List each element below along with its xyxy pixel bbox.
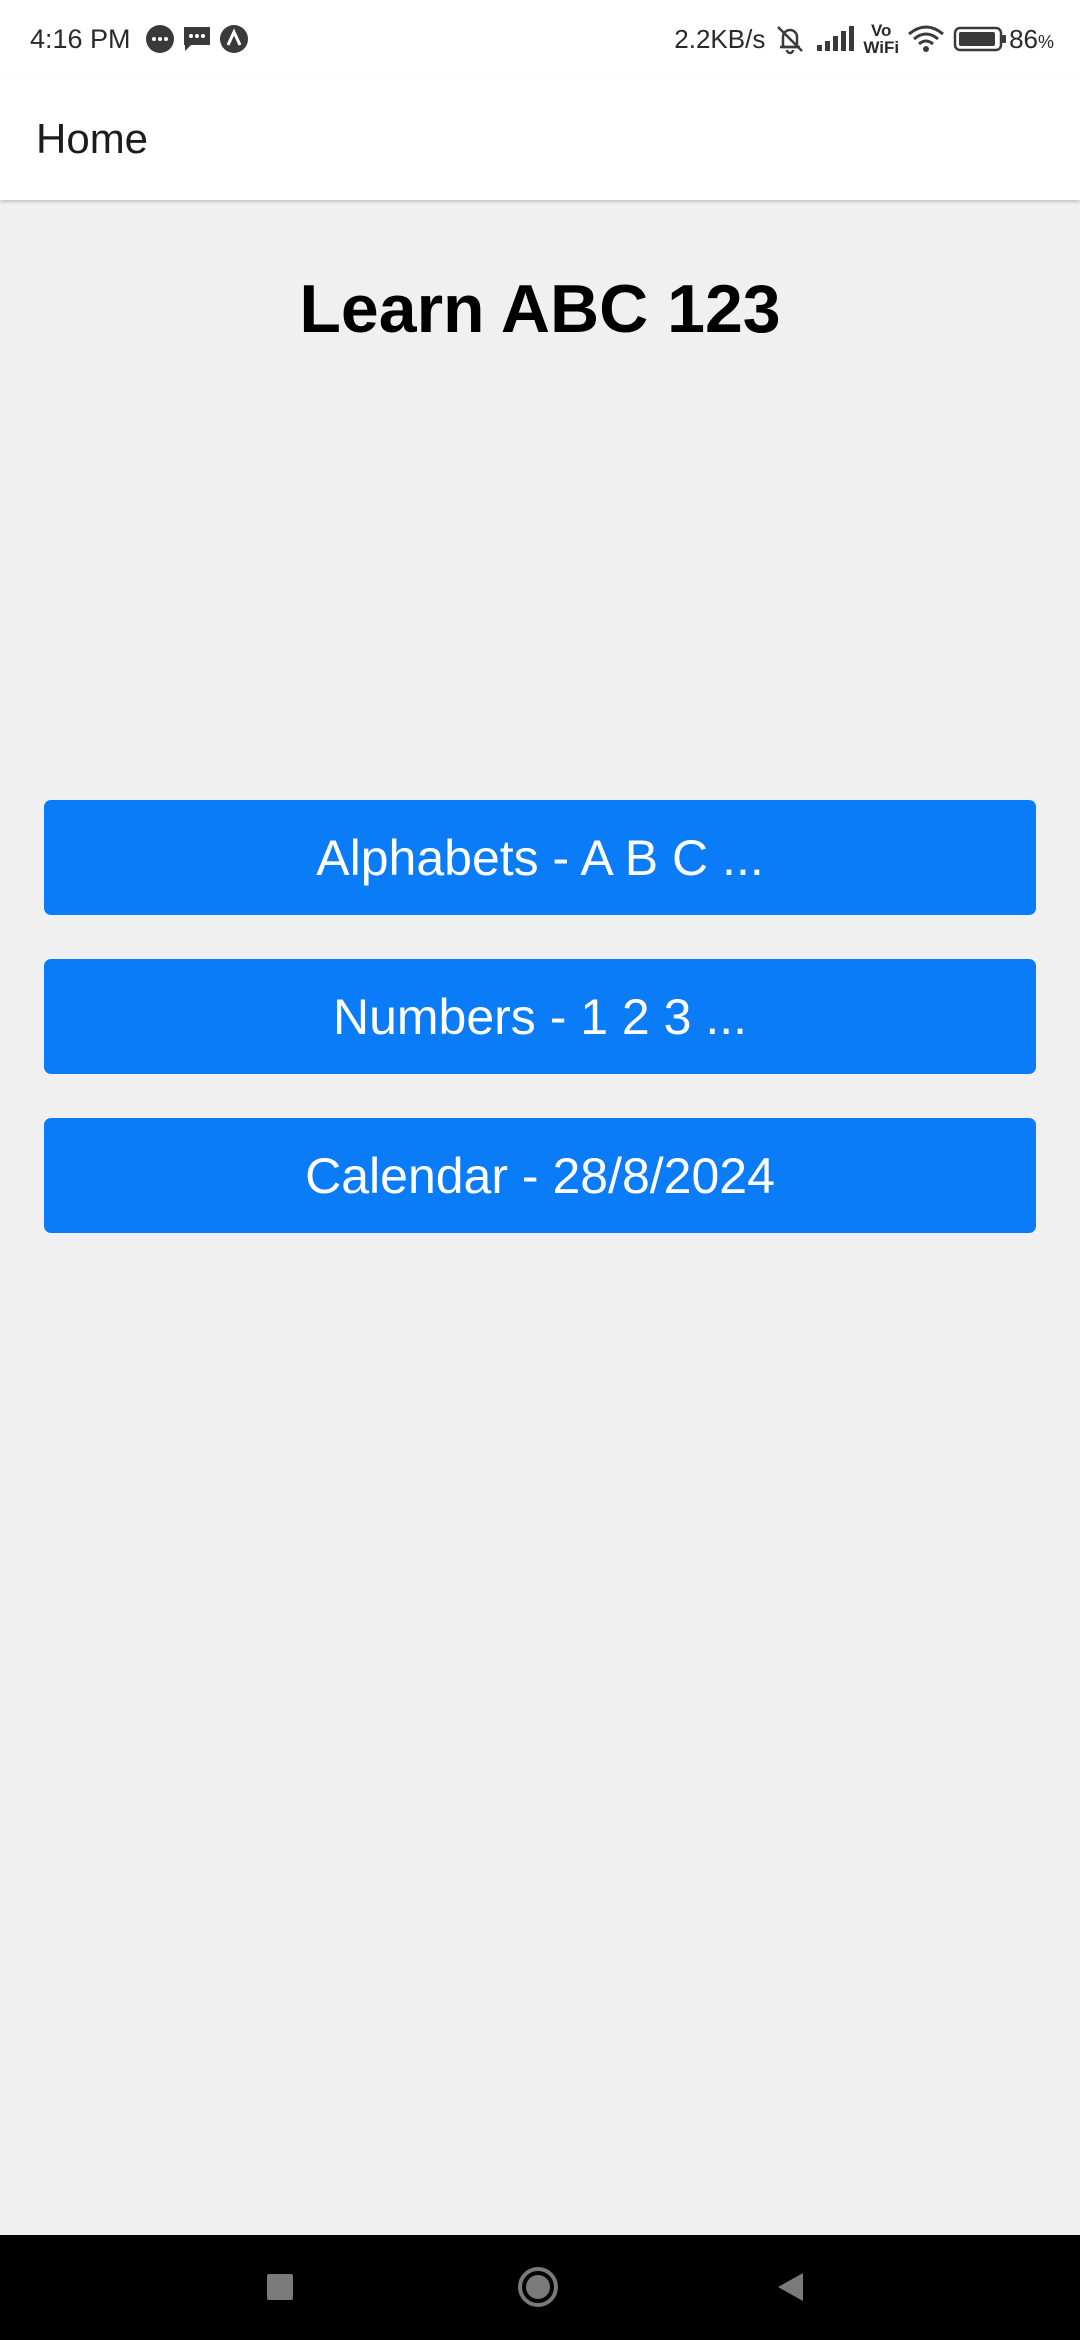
vowifi-bottom-label: WiFi bbox=[863, 38, 900, 57]
status-bar: 4:16 PM 2.2KB/s Vo WiFi 86% bbox=[0, 0, 1080, 78]
back-icon[interactable] bbox=[770, 2259, 810, 2315]
status-bar-right: 2.2KB/s Vo WiFi 86% bbox=[666, 22, 1054, 56]
battery-percent-value: 86 bbox=[1009, 23, 1038, 54]
page-title: Learn ABC 123 bbox=[299, 271, 781, 347]
battery-percent-unit: % bbox=[1037, 31, 1054, 52]
network-speed: 2.2KB/s bbox=[674, 23, 766, 54]
wifi-icon bbox=[907, 24, 945, 54]
navigation-bar bbox=[0, 2235, 1080, 2340]
numbers-button[interactable]: Numbers - 1 2 3 ... bbox=[44, 959, 1036, 1074]
message-icon bbox=[181, 24, 213, 54]
status-bar-left: 4:16 PM bbox=[30, 24, 249, 55]
app-bar: Home bbox=[0, 78, 1080, 200]
vowifi-icon: Vo WiFi bbox=[863, 22, 899, 56]
app-bar-title: Home bbox=[36, 115, 149, 162]
calendar-button[interactable]: Calendar - 28/8/2024 bbox=[44, 1118, 1036, 1233]
home-icon[interactable] bbox=[510, 2259, 566, 2315]
battery-percent: 86% bbox=[1009, 24, 1054, 55]
app-a-icon bbox=[219, 24, 249, 54]
chat-bubble-icon bbox=[145, 24, 175, 54]
recent-apps-icon[interactable] bbox=[262, 2259, 298, 2315]
status-time: 4:16 PM bbox=[30, 23, 131, 54]
mute-icon bbox=[773, 23, 807, 55]
alphabets-button[interactable]: Alphabets - A B C ... bbox=[44, 800, 1036, 915]
vowifi-top-label: Vo bbox=[870, 21, 892, 40]
battery-icon bbox=[953, 25, 1007, 53]
signal-icon bbox=[815, 25, 855, 53]
